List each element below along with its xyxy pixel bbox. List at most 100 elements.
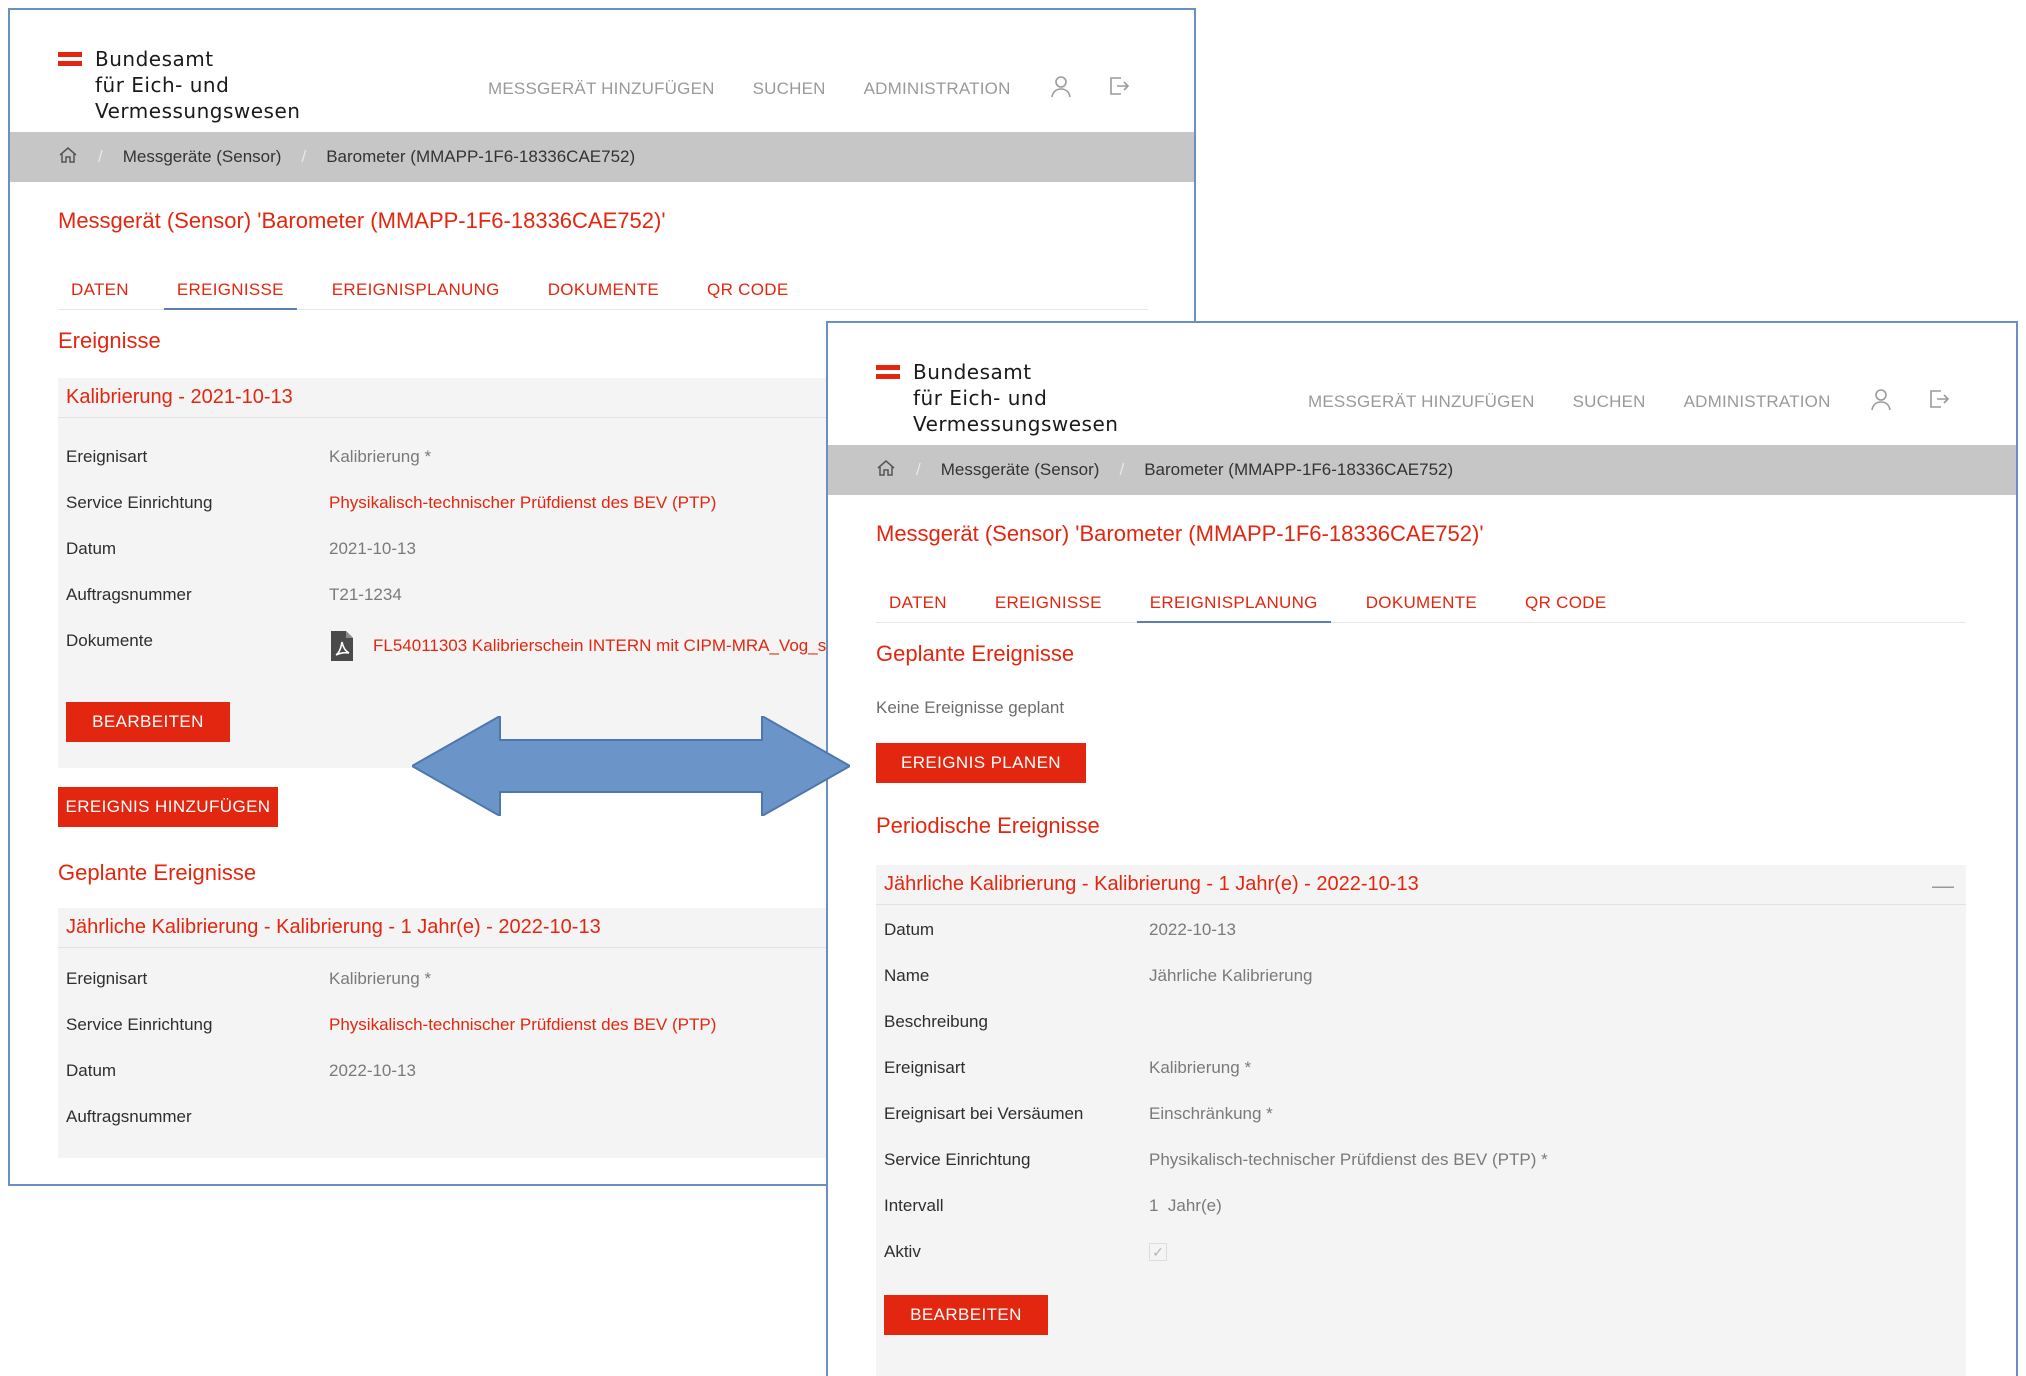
edit-periodic-button[interactable]: BEARBEITEN <box>884 1295 1048 1335</box>
event-row-ereignisart: Ereignisart Kalibrierung * <box>66 434 431 480</box>
tab-daten[interactable]: DATEN <box>876 581 960 623</box>
periodic-row-beschreibung: Beschreibung <box>884 999 988 1045</box>
header: Bundesamt für Eich- und Vermessungswesen… <box>828 323 2016 445</box>
tab-qr-code[interactable]: QR CODE <box>694 268 801 310</box>
row-label: Beschreibung <box>884 1012 988 1031</box>
logout-icon[interactable] <box>1107 74 1131 103</box>
brand-line-3: Vermessungswesen <box>95 99 301 123</box>
row-value: 2022-10-13 <box>1149 920 1236 939</box>
service-link[interactable]: Physikalisch-technischer Prüfdienst des … <box>329 493 716 513</box>
brand-line-3: Vermessungswesen <box>913 412 1119 436</box>
brand-line-2: für Eich- und <box>913 386 1048 410</box>
event-row-dokumente: Dokumente FL54011303 Kalibrierschein INT… <box>66 618 826 664</box>
periodic-row-aktiv: Aktiv ✓ <box>884 1229 1167 1275</box>
brand-line-2: für Eich- und <box>95 73 230 97</box>
user-icon[interactable] <box>1049 74 1073 103</box>
row-value: 2022-10-13 <box>329 1061 416 1080</box>
logout-icon[interactable] <box>1927 387 1951 416</box>
periodic-event-header[interactable]: Jährliche Kalibrierung - Kalibrierung - … <box>876 865 1966 905</box>
event-row-datum: Datum 2021-10-13 <box>66 526 416 572</box>
double-arrow-icon <box>412 716 850 816</box>
austria-flag-icon <box>876 365 900 383</box>
row-label: Datum <box>66 1061 117 1080</box>
row-value: Einschränkung * <box>1149 1104 1273 1123</box>
breadcrumb-level-1[interactable]: Messgeräte (Sensor) <box>123 147 282 167</box>
nav-search[interactable]: SUCHEN <box>753 79 826 99</box>
tab-ereignisplanung[interactable]: EREIGNISPLANUNG <box>1136 581 1331 623</box>
page-title: Messgerät (Sensor) 'Barometer (MMAPP-1F6… <box>876 521 1484 546</box>
tab-dokumente[interactable]: DOKUMENTE <box>535 268 672 310</box>
row-label: Service Einrichtung <box>884 1150 1031 1169</box>
planned-events-heading: Geplante Ereignisse <box>58 860 257 885</box>
periodic-row-versaeumen: Ereignisart bei Versäumen Einschränkung … <box>884 1091 1273 1137</box>
row-value: Kalibrierung * <box>329 447 432 466</box>
event-row-auftragsnummer: Auftragsnummer T21-1234 <box>66 572 402 618</box>
tab-bar: DATEN EREIGNISSE EREIGNISPLANUNG DOKUMEN… <box>876 581 1966 623</box>
header: Bundesamt für Eich- und Vermessungswesen… <box>10 10 1194 132</box>
breadcrumb-separator: / <box>916 460 921 479</box>
row-label: Aktiv <box>884 1242 921 1261</box>
row-value: T21-1234 <box>329 585 402 604</box>
nav-admin[interactable]: ADMINISTRATION <box>864 79 1011 99</box>
row-label: Auftragsnummer <box>66 585 192 604</box>
row-label: Service Einrichtung <box>66 493 213 512</box>
pdf-icon <box>329 630 355 667</box>
breadcrumb-separator: / <box>98 147 103 166</box>
row-label: Intervall <box>884 1196 944 1215</box>
planned-row-datum: Datum 2022-10-13 <box>66 1048 416 1094</box>
row-label: Auftragsnummer <box>66 1107 192 1126</box>
nav-admin[interactable]: ADMINISTRATION <box>1684 392 1831 412</box>
breadcrumb-separator: / <box>1119 460 1125 479</box>
periodic-events-heading: Periodische Ereignisse <box>876 813 1100 838</box>
user-icon[interactable] <box>1869 387 1893 416</box>
row-label: Name <box>884 966 930 985</box>
breadcrumb-level-1[interactable]: Messgeräte (Sensor) <box>941 460 1100 480</box>
top-nav: MESSGERÄT HINZUFÜGEN SUCHEN ADMINISTRATI… <box>488 74 1165 103</box>
brand-line-1: Bundesamt <box>913 360 1032 384</box>
nav-add-device[interactable]: MESSGERÄT HINZUFÜGEN <box>488 79 715 99</box>
tab-dokumente[interactable]: DOKUMENTE <box>1353 581 1490 623</box>
breadcrumb-level-2: Barometer (MMAPP-1F6-18336CAE752) <box>326 147 636 166</box>
events-heading: Ereignisse <box>58 328 161 353</box>
austria-flag-icon <box>58 52 82 70</box>
row-label: Datum <box>66 539 117 558</box>
row-value: 1 Jahr(e) <box>1149 1196 1222 1215</box>
breadcrumb: / Messgeräte (Sensor) / Barometer (MMAPP… <box>10 132 1194 182</box>
row-value: Physikalisch-technischer Prüfdienst des … <box>1149 1150 1548 1169</box>
tab-ereignisse[interactable]: EREIGNISSE <box>982 581 1115 623</box>
periodic-row-datum: Datum 2022-10-13 <box>884 907 1236 953</box>
row-label: Service Einrichtung <box>66 1015 213 1034</box>
tab-ereignisplanung[interactable]: EREIGNISPLANUNG <box>319 268 513 310</box>
row-label: Ereignisart <box>66 447 148 466</box>
nav-add-device[interactable]: MESSGERÄT HINZUFÜGEN <box>1308 392 1535 412</box>
breadcrumb-separator: / <box>301 147 307 166</box>
brand-line-1: Bundesamt <box>95 47 214 71</box>
page-title: Messgerät (Sensor) 'Barometer (MMAPP-1F6… <box>58 208 666 233</box>
home-icon[interactable] <box>58 145 78 170</box>
add-event-button[interactable]: EREIGNIS HINZUFÜGEN <box>58 787 278 827</box>
tab-qr-code[interactable]: QR CODE <box>1512 581 1619 623</box>
row-value: 2021-10-13 <box>329 539 416 558</box>
periodic-row-name: Name Jährliche Kalibrierung <box>884 953 1312 999</box>
event-row-service: Service Einrichtung Physikalisch-technis… <box>66 480 716 526</box>
plan-event-button[interactable]: EREIGNIS PLANEN <box>876 743 1086 783</box>
row-label: Dokumente <box>66 631 153 650</box>
row-value: Jährliche Kalibrierung <box>1149 966 1313 985</box>
active-checkbox[interactable]: ✓ <box>1149 1243 1167 1261</box>
row-label: Ereignisart <box>884 1058 966 1077</box>
service-link[interactable]: Physikalisch-technischer Prüfdienst des … <box>329 1015 716 1035</box>
row-label: Ereignisart bei Versäumen <box>884 1104 1084 1123</box>
periodic-row-intervall: Intervall 1 Jahr(e) <box>884 1183 1222 1229</box>
periodic-event-panel: Jährliche Kalibrierung - Kalibrierung - … <box>876 865 1966 1376</box>
planned-row-auftragsnummer: Auftragsnummer <box>66 1094 192 1140</box>
nav-search[interactable]: SUCHEN <box>1573 392 1646 412</box>
home-icon[interactable] <box>876 458 896 483</box>
document-link[interactable]: FL54011303 Kalibrierschein INTERN mit CI… <box>373 636 826 656</box>
tab-daten[interactable]: DATEN <box>58 268 142 310</box>
periodic-row-service: Service Einrichtung Physikalisch-technis… <box>884 1137 1548 1183</box>
collapse-icon[interactable]: — <box>1932 873 1954 899</box>
edit-event-button[interactable]: BEARBEITEN <box>66 702 230 742</box>
planned-row-ereignisart: Ereignisart Kalibrierung * <box>66 956 431 1002</box>
tab-ereignisse[interactable]: EREIGNISSE <box>163 268 297 310</box>
periodic-event-title: Jährliche Kalibrierung - Kalibrierung - … <box>884 873 1419 895</box>
